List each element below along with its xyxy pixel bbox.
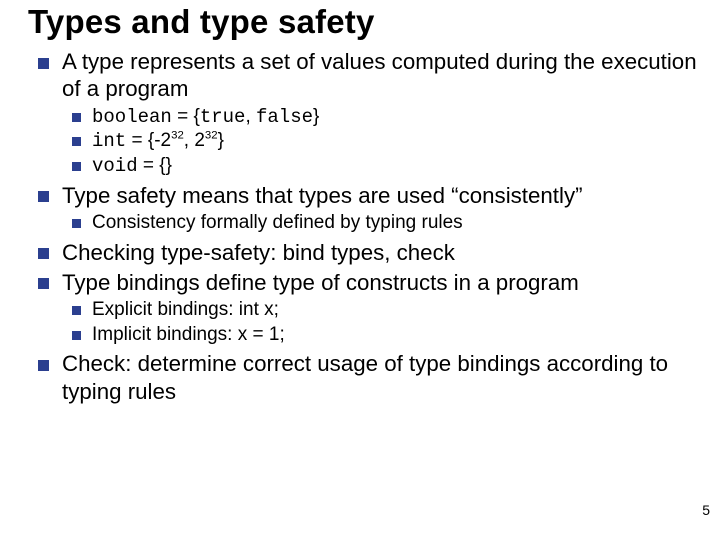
bullet-item: Check: determine correct usage of type b… xyxy=(28,350,700,404)
sub-bullet-item: void = {} xyxy=(62,154,700,179)
page-number: 5 xyxy=(702,502,710,518)
bullet-text: A type represents a set of values comput… xyxy=(62,49,697,101)
bullet-list: A type represents a set of values comput… xyxy=(28,48,700,404)
sub-bullet-item: Explicit bindings: int x; xyxy=(62,298,700,323)
bullet-text: Check: determine correct usage of type b… xyxy=(62,351,668,403)
sub-bullet-list: Consistency formally defined by typing r… xyxy=(62,211,700,236)
sub-bullet-item: Consistency formally defined by typing r… xyxy=(62,211,700,236)
sub-bullet-item: Implicit bindings: x = 1; xyxy=(62,323,700,348)
bullet-item: Type bindings define type of constructs … xyxy=(28,269,700,348)
slide: Types and type safety A type represents … xyxy=(0,0,720,540)
slide-title: Types and type safety xyxy=(28,4,700,40)
bullet-item: Checking type-safety: bind types, check xyxy=(28,239,700,266)
bullet-text: Type safety means that types are used “c… xyxy=(62,183,583,208)
bullet-text: Type bindings define type of constructs … xyxy=(62,270,579,295)
sub-bullet-list: Explicit bindings: int x;Implicit bindin… xyxy=(62,298,700,347)
sub-bullet-item: int = {-232, 232} xyxy=(62,129,700,154)
bullet-item: Type safety means that types are used “c… xyxy=(28,182,700,236)
sub-bullet-item: boolean = {true, false} xyxy=(62,105,700,130)
bullet-item: A type represents a set of values comput… xyxy=(28,48,700,178)
bullet-text: Checking type-safety: bind types, check xyxy=(62,240,455,265)
sub-bullet-list: boolean = {true, false}int = {-232, 232}… xyxy=(62,105,700,179)
